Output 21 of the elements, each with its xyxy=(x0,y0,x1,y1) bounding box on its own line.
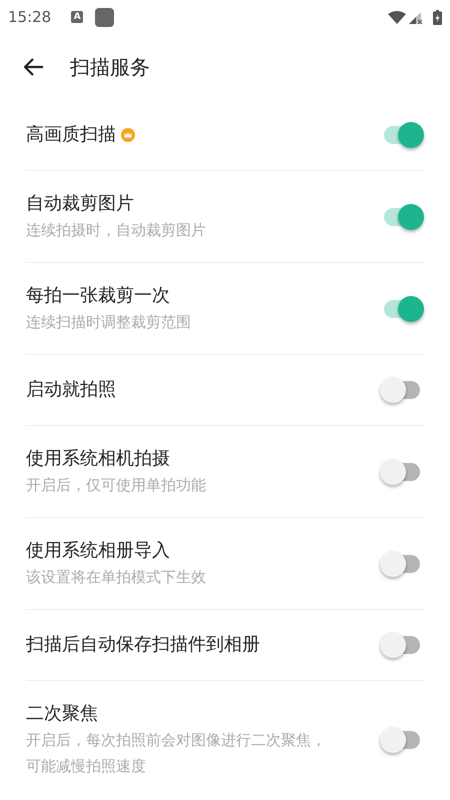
notification-icon: A xyxy=(71,11,84,23)
page-title: 扫描服务 xyxy=(70,54,150,81)
status-time: 15:28 xyxy=(8,6,52,28)
app-notification-icon xyxy=(95,8,114,26)
battery-icon xyxy=(433,10,442,24)
setting-description: 连续扫描时调整裁剪范围 xyxy=(26,312,192,332)
back-icon[interactable] xyxy=(24,58,44,76)
setting-title: 扫描后自动保存扫描件到相册 xyxy=(26,633,260,657)
setting-title: 使用系统相册导入 xyxy=(26,538,170,562)
setting-title: 二次聚焦 xyxy=(26,702,98,726)
setting-description: 开启后，仅可使用单拍功能 xyxy=(26,474,207,496)
setting-title: 高画质扫描 xyxy=(26,123,116,147)
setting-title: 每拍一张裁剪一次 xyxy=(26,284,170,308)
setting-title: 自动裁剪图片 xyxy=(26,192,134,216)
setting-description: 连续拍摄时，自动裁剪图片 xyxy=(26,220,207,240)
setting-description: 该设置将在单拍模式下生效 xyxy=(26,566,207,588)
wifi-icon xyxy=(388,10,406,24)
signal-icon xyxy=(409,10,423,24)
setting-title: 使用系统相机拍摄 xyxy=(26,446,170,470)
setting-description: 开启后，每次拍照前会对图像进行二次聚焦，可能减慢拍照速度 xyxy=(26,730,327,776)
setting-title: 启动就拍照 xyxy=(26,378,116,402)
